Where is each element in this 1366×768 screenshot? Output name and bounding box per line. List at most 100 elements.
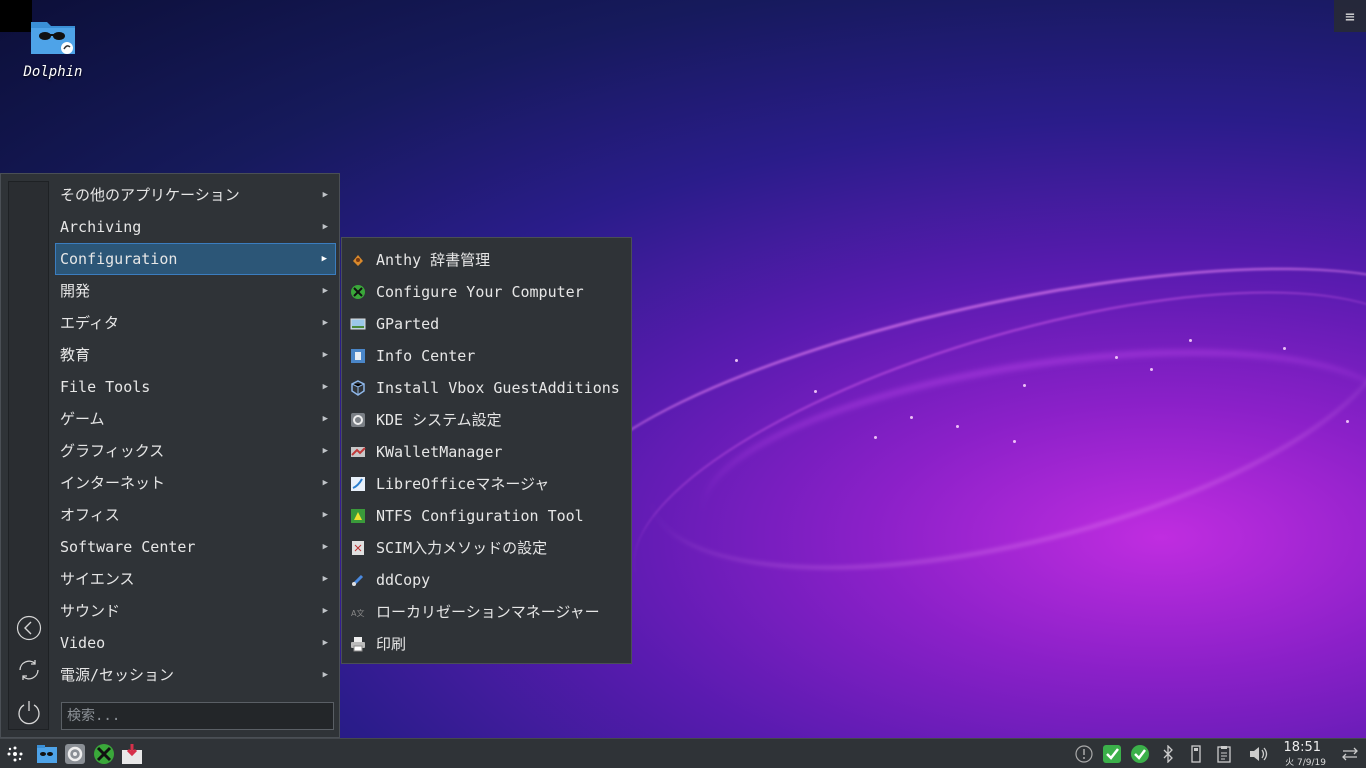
settings-icon: [65, 744, 85, 764]
submenu-arrow-icon: ▶: [322, 190, 328, 200]
menu-category[interactable]: 電源/セッション ▶: [55, 659, 336, 691]
wallpaper-sparkle: [874, 436, 877, 439]
clock-date[interactable]: 火 7/9/19: [1285, 755, 1326, 768]
menu-category[interactable]: File Tools ▶: [55, 371, 336, 403]
ntfs-icon: [351, 509, 365, 523]
menu-category[interactable]: エディタ ▶: [55, 307, 336, 339]
submenu-item[interactable]: Info Center: [342, 340, 631, 372]
hamburger-icon: ≡: [1345, 6, 1355, 26]
submenu-arrow-icon: ▶: [322, 638, 328, 648]
application-launcher-button[interactable]: [4, 743, 26, 765]
menu-category[interactable]: 開発 ▶: [55, 275, 336, 307]
submenu-item[interactable]: KWalletManager: [342, 436, 631, 468]
submenu-item[interactable]: ddCopy: [342, 564, 631, 596]
submenu-item[interactable]: Anthy 辞書管理: [342, 244, 631, 276]
submenu-item[interactable]: GParted: [342, 308, 631, 340]
wallpaper-sparkle: [814, 390, 817, 393]
submenu-item[interactable]: LibreOfficeマネージャ: [342, 468, 631, 500]
volume-icon[interactable]: [1248, 744, 1268, 764]
wallpaper-sparkle: [1150, 368, 1153, 371]
submenu-item[interactable]: SCIM入力メソッドの設定: [342, 532, 631, 564]
gparted-icon: [350, 318, 366, 330]
search-input[interactable]: 検索...: [61, 702, 334, 730]
wallpaper-wave: [619, 191, 1366, 632]
taskbar-dolphin-button[interactable]: [36, 743, 58, 765]
dolphin-folder-icon: [31, 22, 75, 54]
kwallet-icon: [351, 447, 366, 457]
taskbar-settings-button[interactable]: [64, 743, 86, 765]
menu-category-selected[interactable]: Configuration ▶: [55, 243, 336, 275]
refresh-icon: [19, 660, 39, 680]
back-button[interactable]: [15, 614, 43, 642]
wallpaper-sparkle: [1283, 347, 1286, 350]
menu-category[interactable]: ゲーム ▶: [55, 403, 336, 435]
submenu-arrow-icon: ▶: [322, 414, 328, 424]
submenu-arrow-icon: ▶: [322, 286, 328, 296]
clipboard-icon[interactable]: [1214, 744, 1234, 764]
svg-text:A文: A文: [351, 608, 364, 618]
wallpaper-wave: [546, 208, 1366, 615]
menu-category[interactable]: サイエンス ▶: [55, 563, 336, 595]
wallpaper-sparkle: [910, 416, 913, 419]
taskbar-installer-button[interactable]: [121, 743, 143, 765]
update-check-icon[interactable]: [1102, 744, 1122, 764]
submenu-arrow-icon: ▶: [322, 574, 328, 584]
wallpaper-sparkle: [1013, 440, 1016, 443]
submenu-item[interactable]: 印刷: [342, 628, 631, 660]
submenu-arrow-icon: ▶: [322, 318, 328, 328]
submenu-arrow-icon: ▶: [321, 254, 327, 264]
printer-icon: [351, 637, 365, 652]
menu-category[interactable]: Software Center ▶: [55, 531, 336, 563]
wallpaper-sparkle: [1346, 420, 1349, 423]
wallpaper-sparkle: [735, 359, 738, 362]
submenu-item[interactable]: NTFS Configuration Tool: [342, 500, 631, 532]
wallpaper-wave: [599, 222, 1366, 700]
submenu-arrow-icon: ▶: [322, 510, 328, 520]
wallpaper-sparkle: [1023, 384, 1026, 387]
info-center-icon: [351, 349, 365, 363]
hot-corner: [0, 0, 32, 32]
menu-category[interactable]: オフィス ▶: [55, 499, 336, 531]
submenu-item[interactable]: Install Vbox GuestAdditions: [342, 372, 631, 404]
menu-sidebar: [8, 181, 49, 730]
submenu-arrow-icon: ▶: [322, 446, 328, 456]
panel-settings-icon[interactable]: [1340, 744, 1360, 764]
submenu-arrow-icon: ▶: [322, 478, 328, 488]
clock-time[interactable]: 18:51: [1284, 740, 1321, 755]
bluetooth-icon[interactable]: [1158, 744, 1178, 764]
libreoffice-icon: [351, 477, 365, 491]
submenu-item[interactable]: A文 ローカリゼーションマネージャー: [342, 596, 631, 628]
lock-screen-button[interactable]: [15, 656, 43, 684]
shutdown-button[interactable]: [15, 698, 43, 726]
submenu-item[interactable]: KDE システム設定: [342, 404, 631, 436]
taskbar: 18:51 火 7/9/19: [0, 738, 1366, 768]
taskbar-configure-button[interactable]: [93, 743, 115, 765]
removable-device-icon[interactable]: [1186, 744, 1206, 764]
wallpaper-wave: [689, 312, 1366, 614]
menu-category[interactable]: その他のアプリケーション ▶: [55, 179, 336, 211]
scim-icon: [352, 541, 364, 555]
launcher-icon: [7, 746, 23, 762]
kde-settings-icon: [351, 413, 365, 427]
wallpaper-sparkle: [1189, 339, 1192, 342]
ddcopy-icon: [351, 574, 364, 587]
power-icon: [18, 701, 40, 725]
install-icon: [122, 744, 142, 764]
submenu-arrow-icon: ▶: [322, 350, 328, 360]
menu-category[interactable]: Archiving ▶: [55, 211, 336, 243]
menu-category[interactable]: サウンド ▶: [55, 595, 336, 627]
localization-icon: A文: [351, 608, 364, 618]
menu-category[interactable]: 教育 ▶: [55, 339, 336, 371]
back-icon: [16, 615, 42, 641]
status-ok-icon[interactable]: [1130, 744, 1150, 764]
submenu-item[interactable]: Configure Your Computer: [342, 276, 631, 308]
configure-icon: [94, 744, 114, 764]
configuration-submenu: Anthy 辞書管理 Configure Your Computer GPart…: [341, 237, 632, 664]
menu-category[interactable]: Video ▶: [55, 627, 336, 659]
menu-category[interactable]: グラフィックス ▶: [55, 435, 336, 467]
menu-category[interactable]: インターネット ▶: [55, 467, 336, 499]
submenu-arrow-icon: ▶: [322, 542, 328, 552]
desktop-toolbox-button[interactable]: ≡: [1334, 0, 1366, 32]
notifications-icon[interactable]: [1074, 744, 1094, 764]
dolphin-icon: [37, 745, 57, 763]
